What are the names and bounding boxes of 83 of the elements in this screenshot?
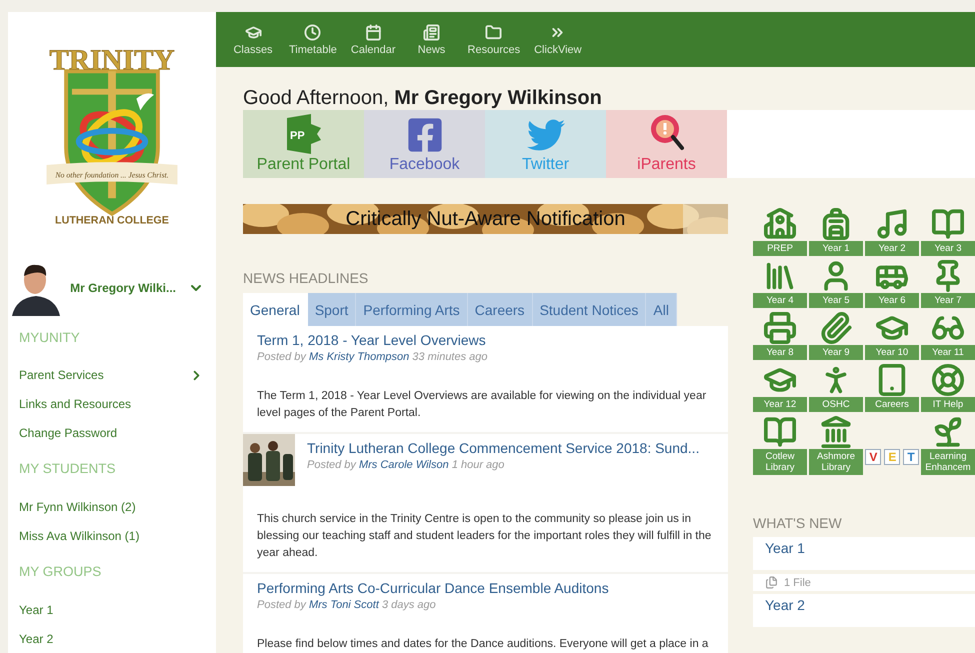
year-level-link[interactable]: Year 12	[753, 397, 807, 412]
news-tab[interactable]: Student Notices	[532, 293, 646, 326]
year-level-link[interactable]: Year 5	[809, 293, 863, 308]
news-tab[interactable]: Careers	[468, 293, 533, 326]
vet-logo[interactable]: V E T	[865, 415, 919, 475]
college-subtitle: LUTHERAN COLLEGE	[55, 214, 169, 226]
sidebar-item[interactable]: Change Password	[8, 418, 216, 448]
year-level-link[interactable]: Year 11	[921, 345, 975, 360]
year-level-link[interactable]: PREP	[753, 241, 807, 256]
article-byline: Posted by Mrs Toni Scott 3 days ago	[257, 599, 437, 611]
article-title[interactable]: Performing Arts Co-Curricular Dance Ensemble Auditons	[257, 580, 722, 596]
year-level-link[interactable]: Year 2	[865, 241, 919, 256]
quick-link[interactable]: Twitter	[485, 110, 606, 178]
year-level-link[interactable]: Year 9	[809, 345, 863, 360]
files-icon	[765, 576, 778, 589]
quick-link[interactable]: iParents	[606, 110, 727, 178]
clock-icon	[304, 24, 322, 40]
folder-icon	[485, 24, 502, 40]
college-name: TRINITY	[49, 44, 175, 76]
article-byline: Posted by Mrs Carole Wilson 1 hour ago	[307, 459, 506, 471]
user-name[interactable]: Mr Gregory Wilki...	[62, 280, 176, 295]
sidebar-item[interactable]: Year 1	[8, 595, 216, 624]
year-level-link[interactable]: Cotlew Library	[753, 449, 807, 475]
printer-icon	[763, 311, 797, 345]
section-heading: MY GROUPS	[18, 563, 102, 582]
nav-item[interactable]: Resources	[462, 24, 526, 56]
article-title[interactable]: Trinity Lutheran College Commencement Service 2018: Sund...	[307, 440, 722, 456]
update-title[interactable]: Year 1	[765, 540, 805, 556]
update-title[interactable]: Year 2	[765, 597, 805, 613]
news-tab[interactable]: All	[646, 293, 677, 326]
year-level-link[interactable]: Careers	[865, 397, 919, 412]
article-byline: Posted by Ms Kristy Thompson 33 minutes ago	[257, 351, 489, 363]
nav-item[interactable]: Timetable	[284, 24, 342, 56]
section-heading: WHAT'S NEW	[753, 515, 843, 531]
school-icon	[763, 207, 797, 241]
year-level-link[interactable]: OSHC	[809, 397, 863, 412]
author-link[interactable]: Ms Kristy Thompson	[308, 351, 410, 363]
nav-item[interactable]: ClickView	[529, 24, 587, 56]
lifebuoy-icon	[931, 363, 965, 397]
paperclip-icon	[819, 311, 853, 345]
music-note-icon	[875, 207, 909, 241]
section-heading: MYUNITY	[18, 328, 81, 347]
year-level-link[interactable]: IT Help	[921, 397, 975, 412]
nav-item[interactable]: Calendar	[346, 24, 401, 56]
year-level-link[interactable]: Year 1	[809, 241, 863, 256]
graduation-cap-icon	[244, 24, 262, 40]
article-title[interactable]: Term 1, 2018 - Year Level Overviews	[257, 332, 722, 348]
year-level-link[interactable]: Year 4	[753, 293, 807, 308]
sidebar-item[interactable]: Links and Resources	[8, 390, 216, 418]
quick-link[interactable]: Facebook	[364, 110, 485, 178]
news-tab[interactable]: Performing Arts	[356, 293, 468, 326]
article-body: Please find below times and dates for the Dance auditions. Everyone will get a place in a	[257, 637, 710, 652]
book-icon	[763, 415, 797, 449]
article-body: The Term 1, 2018 - Year Level Overviews are available for viewing on the individual year level pages of the Parent Portal.	[257, 389, 708, 421]
year-level-link[interactable]: Year 8	[753, 345, 807, 360]
year-level-link[interactable]: Ashmore Library	[809, 449, 863, 475]
author-link[interactable]: Mrs Carole Wilson	[358, 459, 449, 471]
newspaper-icon	[423, 24, 440, 40]
sidebar-item[interactable]: Parent Services	[8, 360, 216, 390]
quick-link[interactable]: PP Parent Portal	[243, 110, 364, 178]
motto-text: No other foundation ... Jesus Christ.	[55, 170, 169, 180]
section-heading: NEWS HEADLINES	[243, 270, 370, 286]
book-icon	[931, 207, 965, 241]
news-tab[interactable]: General	[243, 293, 308, 326]
year-level-link[interactable]: Year 6	[865, 293, 919, 308]
facebook-icon	[406, 116, 444, 154]
greeting: Good Afternoon, Mr Gregory Wilkinson	[243, 87, 603, 110]
news-tab[interactable]: Sport	[308, 293, 356, 326]
author-link[interactable]: Mrs Toni Scott	[308, 599, 379, 611]
year-level-link[interactable]: Year 7	[921, 293, 975, 308]
nav-item[interactable]: Classes	[226, 24, 280, 56]
calendar-icon	[364, 24, 382, 40]
sidebar-item[interactable]: Year 2	[8, 624, 216, 653]
sidebar-item[interactable]: Mr Fynn Wilkinson (2)	[8, 492, 216, 522]
section-heading: MY STUDENTS	[18, 460, 117, 478]
nav-item[interactable]: News	[404, 24, 459, 56]
year-level-link[interactable]: Year 10	[865, 345, 919, 360]
file-count: 1 File	[784, 576, 811, 588]
year-level-link[interactable]: Learning Enhancem	[921, 449, 975, 475]
year-level-link[interactable]: Year 3	[921, 241, 975, 256]
library-building-icon	[819, 415, 853, 449]
article-body: This church service in the Trinity Centre is open to the community so please join us in blessing our teaching staff and student leaders for the important roles they will fulfill in the year ahead.	[257, 512, 712, 561]
sidebar-item[interactable]: Miss Ava Wilkinson (1)	[8, 521, 216, 550]
